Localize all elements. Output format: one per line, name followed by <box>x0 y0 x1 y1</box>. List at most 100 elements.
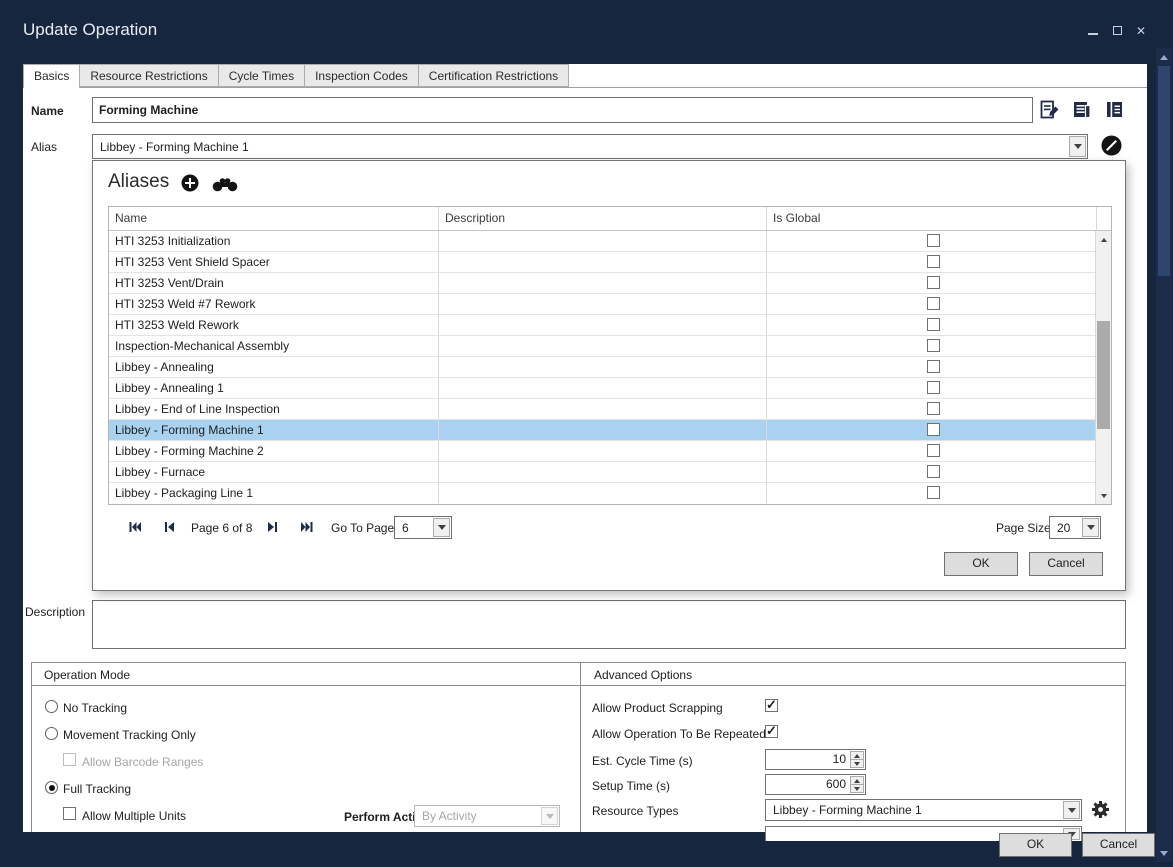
is-global-checkbox[interactable] <box>927 423 940 436</box>
alias-description-cell <box>439 336 767 356</box>
alias-isglobal-cell <box>767 399 1097 419</box>
name-input[interactable] <box>92 97 1033 123</box>
resource-types-dropdown-button[interactable] <box>1063 801 1080 819</box>
setup-time-label: Setup Time (s) <box>592 779 670 793</box>
search-binoculars-icon[interactable] <box>212 177 238 195</box>
gear-icon[interactable] <box>1091 800 1110 822</box>
allow-multiple-units-checkbox[interactable] <box>63 807 76 820</box>
stepper-up-icon[interactable] <box>850 776 864 785</box>
minimize-button[interactable] <box>1085 24 1101 38</box>
first-page-icon[interactable] <box>128 520 142 534</box>
alias-name-cell: HTI 3253 Initialization <box>109 231 439 251</box>
is-global-checkbox[interactable] <box>927 255 940 268</box>
window-scrollbar[interactable] <box>1156 48 1172 862</box>
book-icon[interactable] <box>1104 99 1125 123</box>
scroll-down-icon[interactable] <box>1156 846 1172 860</box>
scroll-down-icon[interactable] <box>1096 487 1111 504</box>
est-cycle-time-value: 10 <box>833 752 846 766</box>
resource-types-label: Resource Types <box>592 804 679 818</box>
is-global-checkbox[interactable] <box>927 465 940 478</box>
next-page-icon[interactable] <box>266 520 280 534</box>
table-scrollbar-thumb[interactable] <box>1097 321 1110 429</box>
chevron-down-icon <box>1087 525 1095 530</box>
previous-page-icon[interactable] <box>162 520 176 534</box>
full-tracking-label: Full Tracking <box>63 782 131 796</box>
is-global-checkbox[interactable] <box>927 297 940 310</box>
is-global-checkbox[interactable] <box>927 318 940 331</box>
is-global-checkbox[interactable] <box>927 339 940 352</box>
edit-alias-icon[interactable] <box>1101 135 1122 159</box>
column-header-description[interactable]: Description <box>439 207 767 230</box>
stepper-up-icon[interactable] <box>850 751 864 760</box>
is-global-checkbox[interactable] <box>927 486 940 499</box>
window-scrollbar-thumb[interactable] <box>1158 66 1170 276</box>
table-scrollbar[interactable] <box>1095 231 1111 504</box>
alias-dropdown-button[interactable] <box>1069 136 1086 157</box>
column-header-is-global[interactable]: Is Global <box>767 207 1097 230</box>
is-global-checkbox[interactable] <box>927 276 940 289</box>
allow-operation-repeated-checkbox[interactable] <box>765 725 778 738</box>
setup-time-stepper[interactable] <box>850 776 864 793</box>
scroll-up-icon[interactable] <box>1096 231 1111 248</box>
tab-strip: Basics Resource Restrictions Cycle Times… <box>23 64 1147 88</box>
tab-inspection-codes[interactable]: Inspection Codes <box>304 64 419 87</box>
tab-resource-restrictions[interactable]: Resource Restrictions <box>79 64 218 87</box>
copy-icon[interactable] <box>1071 99 1092 123</box>
est-cycle-time-stepper[interactable] <box>850 751 864 768</box>
allow-operation-repeated-label: Allow Operation To Be Repeated <box>592 727 766 741</box>
tab-certification-restrictions[interactable]: Certification Restrictions <box>418 64 569 87</box>
goto-page-select[interactable]: 6 <box>394 516 452 539</box>
description-input[interactable] <box>92 600 1126 649</box>
goto-page-dropdown-button[interactable] <box>433 518 450 537</box>
resource-types-combobox[interactable]: Libbey - Forming Machine 1 <box>765 799 1082 821</box>
stepper-down-icon[interactable] <box>850 760 864 768</box>
add-alias-icon[interactable] <box>181 174 199 195</box>
advanced-options-title: Advanced Options <box>594 668 692 682</box>
is-global-checkbox[interactable] <box>927 381 940 394</box>
is-global-checkbox[interactable] <box>927 444 940 457</box>
maximize-button[interactable] <box>1110 24 1126 38</box>
is-global-checkbox[interactable] <box>927 360 940 373</box>
table-row[interactable]: Inspection-Mechanical Assembly <box>109 336 1111 357</box>
movement-tracking-radio[interactable] <box>45 727 58 740</box>
minimize-icon <box>1088 33 1098 35</box>
last-page-icon[interactable] <box>300 520 314 534</box>
edit-note-icon[interactable] <box>1039 99 1060 123</box>
no-tracking-radio[interactable] <box>45 700 58 713</box>
is-global-checkbox[interactable] <box>927 234 940 247</box>
tab-basics[interactable]: Basics <box>23 64 80 88</box>
table-row[interactable]: Libbey - Annealing 1 <box>109 378 1111 399</box>
stepper-down-icon[interactable] <box>850 785 864 793</box>
ok-button[interactable]: OK <box>999 833 1072 857</box>
allow-product-scrapping-checkbox[interactable] <box>765 699 778 712</box>
table-header-row: Name Description Is Global <box>109 207 1111 231</box>
alias-combobox[interactable]: Libbey - Forming Machine 1 <box>92 134 1088 159</box>
full-tracking-radio[interactable] <box>45 781 58 794</box>
close-button[interactable]: ✕ <box>1133 24 1149 38</box>
setup-time-input[interactable]: 600 <box>765 774 866 795</box>
table-row[interactable]: HTI 3253 Vent Shield Spacer <box>109 252 1111 273</box>
table-row-selected[interactable]: Libbey - Forming Machine 1 <box>109 420 1111 441</box>
allow-barcode-ranges-label: Allow Barcode Ranges <box>82 755 203 769</box>
scroll-up-icon[interactable] <box>1156 50 1172 64</box>
table-row[interactable]: Libbey - Annealing <box>109 357 1111 378</box>
table-row[interactable]: HTI 3253 Weld #7 Rework <box>109 294 1111 315</box>
table-row[interactable]: Libbey - End of Line Inspection <box>109 399 1111 420</box>
table-row[interactable]: HTI 3253 Vent/Drain <box>109 273 1111 294</box>
cancel-button[interactable]: Cancel <box>1082 833 1155 857</box>
is-global-checkbox[interactable] <box>927 402 940 415</box>
aliases-ok-button[interactable]: OK <box>944 552 1018 576</box>
table-row[interactable]: HTI 3253 Weld Rework <box>109 315 1111 336</box>
page-size-select[interactable]: 20 <box>1049 516 1101 539</box>
window-title: Update Operation <box>23 20 157 40</box>
table-row[interactable]: HTI 3253 Initialization <box>109 231 1111 252</box>
page-size-dropdown-button[interactable] <box>1082 518 1099 537</box>
aliases-cancel-button[interactable]: Cancel <box>1029 552 1103 576</box>
tab-cycle-times[interactable]: Cycle Times <box>218 64 305 87</box>
table-row[interactable]: Libbey - Packaging Line 1 <box>109 483 1111 504</box>
alias-name-cell: Libbey - End of Line Inspection <box>109 399 439 419</box>
est-cycle-time-input[interactable]: 10 <box>765 749 866 770</box>
table-row[interactable]: Libbey - Furnace <box>109 462 1111 483</box>
table-row[interactable]: Libbey - Forming Machine 2 <box>109 441 1111 462</box>
column-header-name[interactable]: Name <box>109 207 439 230</box>
